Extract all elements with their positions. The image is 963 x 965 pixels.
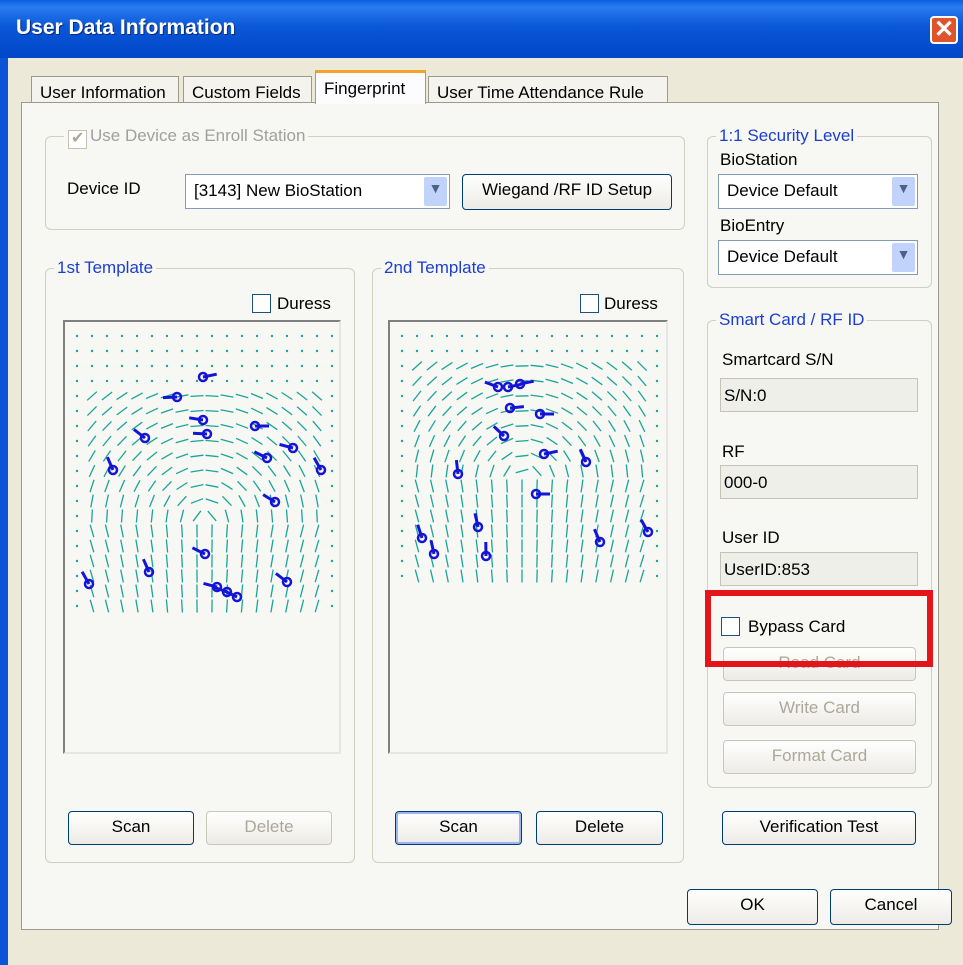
- window-frame: [0, 58, 8, 965]
- second-duress-label: Duress: [604, 294, 658, 313]
- minutia-point: [484, 380, 504, 393]
- biostation-security-select[interactable]: Device Default ▼: [718, 174, 918, 209]
- minutia-point: [593, 528, 606, 548]
- write-card-button[interactable]: Write Card: [723, 692, 916, 726]
- verification-test-button[interactable]: Verification Test: [722, 811, 916, 845]
- fingerprint-ridge-map: [400, 334, 659, 583]
- user-id-field[interactable]: UserID:853: [720, 552, 918, 586]
- rf-field[interactable]: 000-0: [720, 465, 918, 499]
- smartcard-sn-value: S/N:0: [724, 386, 767, 405]
- second-duress-checkbox[interactable]: [580, 294, 599, 313]
- title-bar: User Data Information ✕: [0, 0, 963, 58]
- first-delete-button[interactable]: Delete: [206, 811, 332, 845]
- minutia-point: [197, 371, 218, 383]
- minutia-point: [191, 546, 211, 560]
- close-button[interactable]: ✕: [930, 16, 958, 44]
- second-delete-button[interactable]: Delete: [536, 811, 663, 845]
- bioentry-security-value: Device Default: [727, 247, 838, 266]
- smartcard-sn-field[interactable]: S/N:0: [720, 378, 918, 412]
- minutia-point: [530, 488, 550, 500]
- enroll-station-checkbox[interactable]: ✔: [68, 130, 87, 149]
- tab-user-information[interactable]: User Information: [31, 76, 179, 102]
- second-fingerprint-image: [388, 320, 668, 754]
- cancel-button[interactable]: Cancel: [830, 889, 952, 925]
- dropdown-arrow-icon[interactable]: ▼: [892, 243, 915, 272]
- minutia-point: [579, 448, 592, 468]
- format-card-button[interactable]: Format Card: [723, 740, 916, 774]
- smart-card-label: Smart Card / RF ID: [719, 310, 865, 329]
- user-id-value: UserID:853: [724, 560, 810, 579]
- close-icon: ✕: [933, 16, 955, 43]
- minutia-point: [274, 572, 293, 588]
- minutia-point: [538, 448, 559, 460]
- minutia-point: [279, 442, 299, 454]
- device-id-select[interactable]: [3143] New BioStation ▼: [185, 174, 450, 209]
- enroll-station-label: Use Device as Enroll Station: [90, 126, 306, 145]
- smartcard-sn-label: Smartcard S/N: [722, 350, 834, 369]
- rf-value: 000-0: [724, 473, 768, 492]
- bioentry-label: BioEntry: [720, 216, 785, 235]
- wiegand-rfid-setup-button[interactable]: Wiegand /RF ID Setup: [462, 174, 672, 210]
- second-scan-button[interactable]: Scan: [395, 811, 522, 845]
- rf-label: RF: [722, 442, 745, 461]
- first-duress-checkbox[interactable]: [252, 294, 271, 313]
- minutia-point: [188, 414, 209, 426]
- highlight-box: [705, 590, 933, 667]
- minutia-point: [106, 456, 119, 476]
- second-template-label: 2nd Template: [384, 258, 486, 277]
- device-id-label: Device ID: [67, 179, 141, 198]
- minutia-point: [249, 420, 269, 432]
- minutia-point: [192, 428, 213, 440]
- tab-user-time-attendance-rule[interactable]: User Time Attendance Rule: [428, 76, 668, 102]
- first-fingerprint-image: [63, 320, 341, 754]
- first-template-label: 1st Template: [57, 258, 154, 277]
- biostation-label: BioStation: [720, 150, 798, 169]
- user-data-information-dialog: User Data Information ✕ User Information…: [0, 0, 963, 965]
- ok-button[interactable]: OK: [687, 889, 818, 925]
- minutia-point: [132, 428, 151, 444]
- minutia-point: [253, 450, 273, 464]
- fingerprint-ridge-map: [75, 334, 334, 613]
- tab-custom-fields[interactable]: Custom Fields: [183, 76, 312, 102]
- minutia-point: [452, 459, 464, 480]
- biostation-security-value: Device Default: [727, 181, 838, 200]
- minutia-point: [480, 541, 492, 562]
- window-title: User Data Information: [16, 16, 236, 39]
- dropdown-arrow-icon[interactable]: ▼: [424, 177, 447, 206]
- user-id-label: User ID: [722, 528, 780, 547]
- tab-fingerprint[interactable]: Fingerprint: [315, 70, 426, 104]
- dropdown-arrow-icon[interactable]: ▼: [892, 177, 915, 206]
- minutia-point: [428, 539, 440, 560]
- first-duress-label: Duress: [277, 294, 331, 313]
- device-id-value: [3143] New BioStation: [194, 181, 363, 200]
- checkmark-icon: ✔: [71, 130, 85, 147]
- minutia-point: [472, 512, 484, 533]
- security-level-label: 1:1 Security Level: [719, 126, 855, 145]
- bioentry-security-select[interactable]: Device Default ▼: [718, 240, 918, 275]
- minutia-point: [416, 524, 428, 544]
- first-scan-button[interactable]: Scan: [68, 811, 194, 845]
